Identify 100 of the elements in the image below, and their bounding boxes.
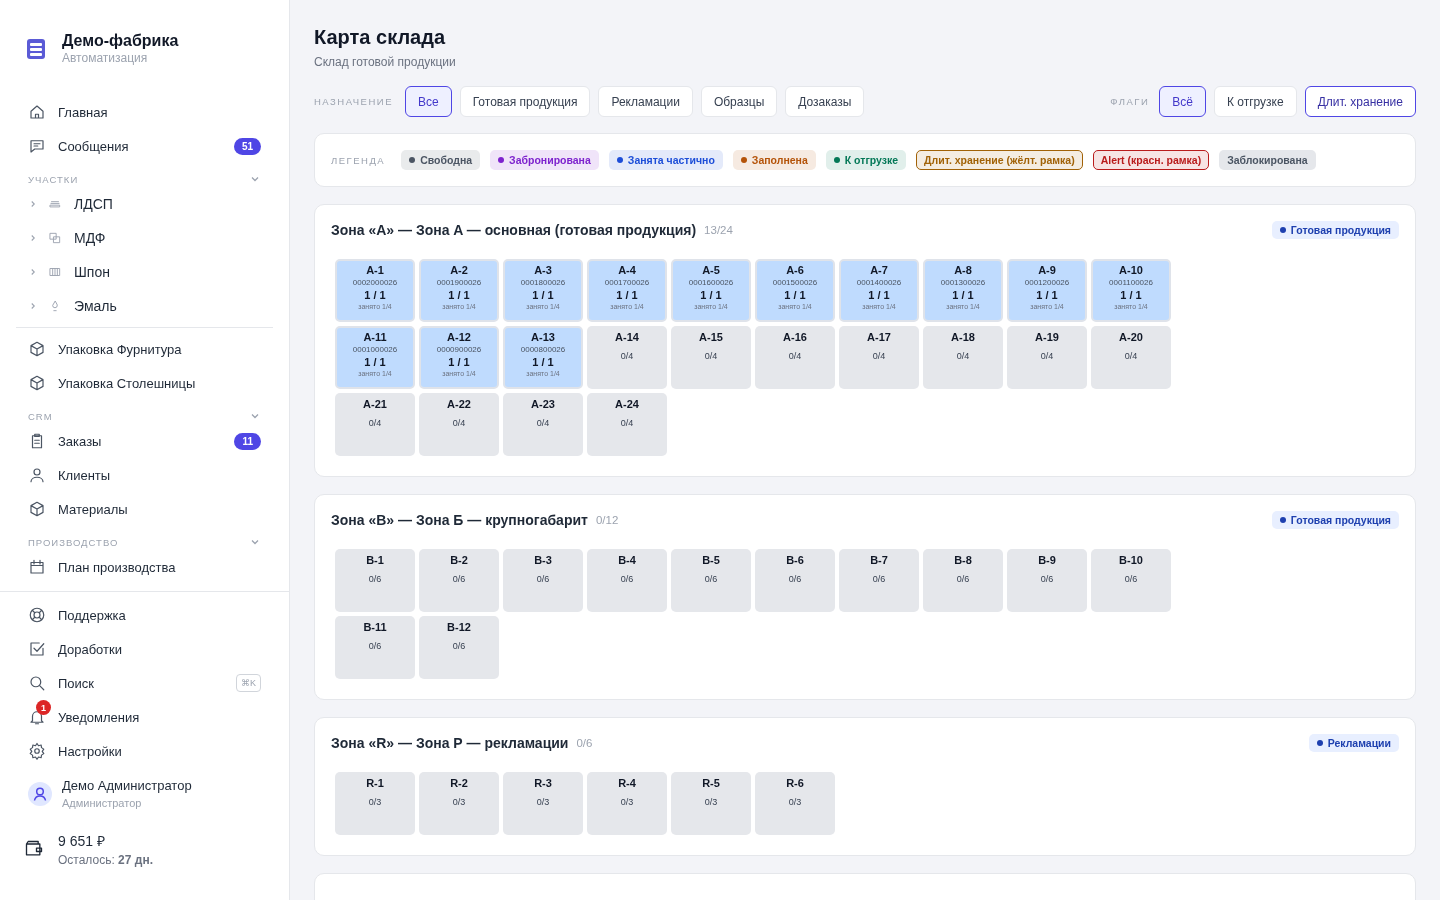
storage-cell[interactable]: A-22 0/4	[419, 393, 499, 456]
storage-cell[interactable]: R-2 0/3	[419, 772, 499, 835]
nav-item[interactable]: План производства	[16, 550, 273, 584]
nav-item[interactable]: Материалы	[16, 492, 273, 526]
nav-item[interactable]: Эмаль	[16, 289, 273, 323]
storage-cell[interactable]: A-16 0/4	[755, 326, 835, 389]
storage-cell[interactable]: A-19 0/4	[1007, 326, 1087, 389]
storage-cell[interactable]: A-17 0/4	[839, 326, 919, 389]
storage-cell[interactable]: A-14 0/4	[587, 326, 667, 389]
legend-tag: Alert (красн. рамка)	[1092, 150, 1210, 170]
notification-badge: 1	[36, 700, 51, 715]
cell-name: A-7	[870, 264, 888, 276]
settings-icon	[28, 742, 46, 760]
nav-item[interactable]: МДФ	[16, 221, 273, 255]
cell-name: A-4	[618, 264, 636, 276]
storage-cell[interactable]: B-5 0/6	[671, 549, 751, 612]
storage-cell[interactable]: B-3 0/6	[503, 549, 583, 612]
nav-item[interactable]: Клиенты	[16, 458, 273, 492]
storage-cell[interactable]: A-24 0/4	[587, 393, 667, 456]
nav-item[interactable]: Упаковка Столешницы	[16, 366, 273, 400]
storage-cell[interactable]: B-12 0/6	[419, 616, 499, 679]
nav-item[interactable]: ЛДСП	[16, 187, 273, 221]
avatar-icon	[28, 781, 52, 806]
count-badge: 51	[233, 137, 261, 155]
filter-chip[interactable]: К отгрузке	[1213, 86, 1297, 117]
cell-capacity: 0/6	[452, 574, 466, 584]
storage-cell[interactable]: B-4 0/6	[587, 549, 667, 612]
nav-item[interactable]: Заказы 11	[16, 424, 273, 458]
nav-item[interactable]: Шпон	[16, 255, 273, 289]
nav-item[interactable]: Главная	[16, 95, 273, 129]
nav-item[interactable]: Доработки	[16, 632, 273, 666]
cell-name: B-8	[954, 554, 972, 566]
dot-icon	[1279, 517, 1286, 523]
cell-name: A-15	[699, 331, 723, 343]
cell-capacity: 0/4	[956, 351, 970, 361]
storage-cell[interactable]: B-6 0/6	[755, 549, 835, 612]
filter-chip[interactable]: Длит. хранение	[1304, 86, 1416, 117]
storage-cell[interactable]: R-3 0/3	[503, 772, 583, 835]
server-icon	[24, 36, 48, 61]
cell-capacity: 0/6	[956, 574, 970, 584]
cell-fill: 1 / 1	[784, 289, 806, 301]
storage-cell[interactable]: R-6 0/3	[755, 772, 835, 835]
storage-cell[interactable]: B-11 0/6	[335, 616, 415, 679]
cell-name: A-9	[1038, 264, 1056, 276]
filter-chip[interactable]: Рекламации	[598, 86, 693, 117]
filter-chip[interactable]: Образцы	[700, 86, 778, 117]
storage-cell[interactable]: A-15 0/4	[671, 326, 751, 389]
cell-fill: 1 / 1	[616, 289, 638, 301]
zone-count: 0/12	[595, 514, 619, 526]
nav-item[interactable]: 1 Уведомления	[16, 700, 273, 734]
filter-chip[interactable]: Готовая продукция	[459, 86, 591, 117]
storage-cell[interactable]: A-18 0/4	[923, 326, 1003, 389]
storage-cell[interactable]: R-1 0/3	[335, 772, 415, 835]
cell-capacity: 0/4	[872, 351, 886, 361]
cell-name: A-2	[450, 264, 468, 276]
legend-tag: Занята частично	[608, 150, 723, 170]
storage-cell[interactable]: B-1 0/6	[335, 549, 415, 612]
nav-item[interactable]: Упаковка Фурнитура	[16, 332, 273, 366]
filter-chip[interactable]: Всё	[1159, 86, 1206, 117]
storage-cell[interactable]: B-7 0/6	[839, 549, 919, 612]
cell-fill: 1 / 1	[700, 289, 722, 301]
cell-name: A-11	[363, 331, 387, 343]
brand-subtitle: Автоматизация	[62, 51, 149, 65]
nav-item[interactable]: Сообщения 51	[16, 129, 273, 163]
storage-cell[interactable]: B-2 0/6	[419, 549, 499, 612]
storage-cell[interactable]: B-10 0/6	[1091, 549, 1171, 612]
cell-code: 0001200026	[1024, 278, 1070, 287]
cell-name: A-6	[786, 264, 804, 276]
nav-item[interactable]: Настройки	[16, 734, 273, 768]
storage-cell[interactable]: R-5 0/3	[671, 772, 751, 835]
storage-cell[interactable]: B-8 0/6	[923, 549, 1003, 612]
legend-tag: Длит. хранение (жёлт. рамка)	[916, 150, 1083, 170]
storage-cell[interactable]: A-20 0/4	[1091, 326, 1171, 389]
storage-cell[interactable]: A-21 0/4	[335, 393, 415, 456]
cell-fill: 1 / 1	[532, 356, 554, 368]
cell-capacity: 0/3	[452, 797, 466, 807]
zone-title: Зона «B» — Зона Б — крупногабарит	[331, 512, 588, 528]
cell-code: 0001000026	[352, 345, 398, 354]
cell-fill: 1 / 1	[1036, 289, 1058, 301]
count-badge: 11	[234, 432, 261, 450]
cell-name: A-21	[363, 398, 387, 410]
cell-code: 0001100026	[1109, 278, 1153, 287]
nav-item[interactable]: Поиск ⌘K	[16, 666, 273, 700]
storage-cell[interactable]: A-23 0/4	[503, 393, 583, 456]
page-subtitle: Склад готовой продукции	[314, 55, 457, 69]
cell-capacity: 0/6	[1040, 574, 1054, 584]
zone-title: Зона «A» — Зона A — основная (готовая продукция)	[331, 222, 697, 238]
page-title: Карта склада	[314, 26, 447, 49]
nav-item[interactable]: Поддержка	[16, 598, 273, 632]
cell-code: 0001300026	[940, 278, 986, 287]
storage-cell[interactable]: B-9 0/6	[1007, 549, 1087, 612]
cell-name: A-5	[702, 264, 720, 276]
cell-name: A-24	[615, 398, 639, 410]
cell-code: 0002000026	[352, 278, 398, 287]
cell-name: A-13	[531, 331, 555, 343]
cell-name: A-22	[447, 398, 471, 410]
filter-chip[interactable]: Дозаказы	[785, 86, 865, 117]
lifebuoy-icon	[28, 606, 46, 624]
storage-cell[interactable]: R-4 0/3	[587, 772, 667, 835]
filter-chip[interactable]: Все	[405, 86, 452, 117]
